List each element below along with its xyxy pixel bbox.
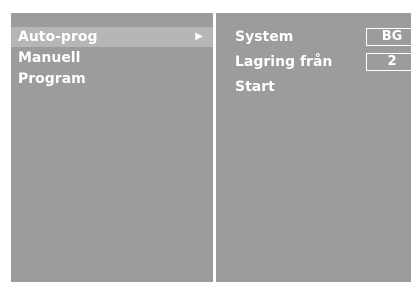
setting-start-label: Start [235, 79, 275, 95]
setting-storage-from[interactable]: Lagring från 2 [216, 52, 411, 72]
settings-panel: System BG Lagring från 2 Start [216, 13, 411, 282]
setting-system[interactable]: System BG [216, 27, 411, 47]
menu-item-label: Program [18, 71, 86, 87]
menu-item-label: Manuell [18, 50, 81, 66]
main-menu-panel: Auto-prog ▶ Manuell Program [11, 13, 213, 282]
menu-item-program[interactable]: Program [11, 69, 213, 89]
menu-item-manuell[interactable]: Manuell [11, 48, 213, 68]
menu-item-auto-prog[interactable]: Auto-prog ▶ [11, 27, 213, 47]
setting-system-label: System [235, 29, 294, 45]
play-triangle-icon: ▶ [195, 31, 203, 42]
setting-storage-from-label: Lagring från [235, 54, 333, 70]
tv-osd-menu: Auto-prog ▶ Manuell Program System BG La… [11, 13, 411, 282]
setting-start[interactable]: Start [216, 77, 411, 97]
setting-system-value[interactable]: BG [366, 28, 411, 46]
setting-storage-from-value[interactable]: 2 [366, 53, 411, 71]
menu-item-label: Auto-prog [18, 29, 98, 45]
